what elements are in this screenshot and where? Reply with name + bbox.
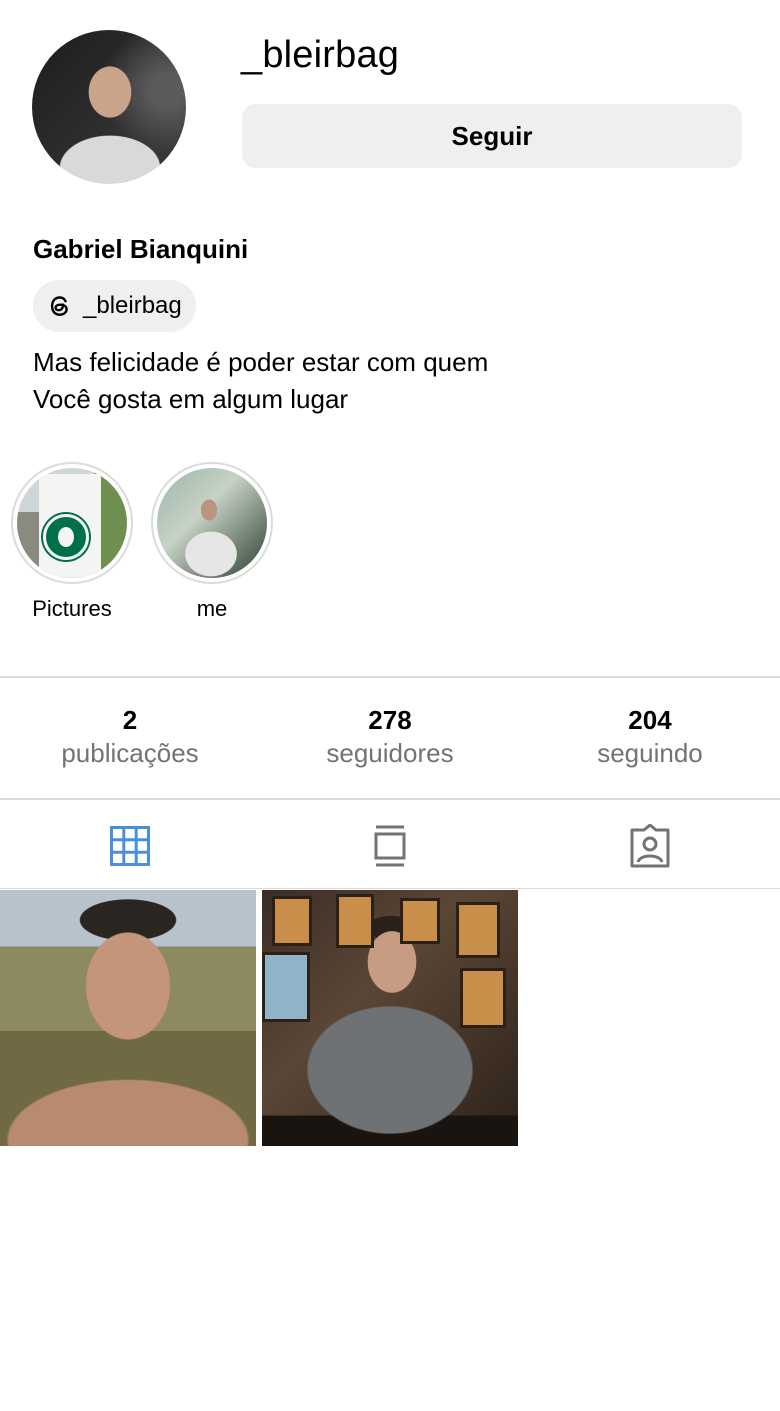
stat-count: 2 bbox=[122, 705, 138, 735]
tabs-divider bbox=[0, 888, 780, 889]
highlight-ring bbox=[151, 462, 273, 584]
stat-label: publicações bbox=[61, 738, 199, 768]
wall-poster bbox=[272, 896, 312, 946]
reels-icon bbox=[374, 825, 406, 867]
follow-button[interactable]: Seguir bbox=[242, 104, 742, 168]
highlight-cover-image bbox=[17, 468, 127, 578]
wall-poster bbox=[456, 902, 500, 958]
stat-label: seguidores bbox=[326, 738, 454, 768]
tab-posts[interactable] bbox=[100, 822, 160, 870]
wall-poster bbox=[262, 952, 310, 1022]
highlight-me[interactable]: me bbox=[150, 462, 274, 622]
highlight-label: me bbox=[196, 596, 228, 621]
stats-bottom-divider bbox=[0, 798, 780, 800]
stat-following[interactable]: 204 seguindo bbox=[520, 704, 780, 770]
stat-count: 278 bbox=[368, 705, 412, 735]
wall-poster bbox=[336, 894, 374, 948]
tab-tagged[interactable] bbox=[620, 822, 680, 870]
profile-page: _bleirbag Seguir Gabriel Bianquini _blei… bbox=[0, 0, 780, 1411]
post-thumbnail[interactable] bbox=[0, 890, 256, 1146]
highlight-ring bbox=[11, 462, 133, 584]
threads-icon bbox=[50, 296, 68, 316]
wall-poster bbox=[400, 898, 440, 944]
threads-handle: _bleirbag bbox=[83, 292, 182, 319]
grid-icon bbox=[110, 826, 150, 866]
profile-bio: Mas felicidade é poder estar com quem Vo… bbox=[33, 344, 488, 418]
stat-count: 204 bbox=[628, 705, 672, 735]
post-thumbnail[interactable] bbox=[262, 890, 518, 1146]
bio-line: Mas felicidade é poder estar com quem bbox=[33, 347, 489, 377]
stat-posts[interactable]: 2 publicações bbox=[0, 704, 260, 770]
profile-full-name: Gabriel Bianquini bbox=[33, 234, 249, 264]
bio-line: Você gosta em algum lugar bbox=[33, 384, 349, 414]
threads-link[interactable]: _bleirbag bbox=[33, 280, 196, 332]
tab-feed[interactable] bbox=[360, 822, 420, 870]
tagged-icon bbox=[630, 824, 670, 868]
stat-label: seguindo bbox=[597, 738, 703, 768]
highlight-label: Pictures bbox=[32, 596, 112, 621]
highlight-cover-image bbox=[157, 468, 267, 578]
highlight-pictures[interactable]: Pictures bbox=[10, 462, 134, 622]
wall-poster bbox=[460, 968, 506, 1028]
profile-username: _bleirbag bbox=[241, 34, 400, 76]
stat-followers[interactable]: 278 seguidores bbox=[260, 704, 520, 770]
profile-avatar[interactable] bbox=[32, 30, 186, 184]
stats-top-divider bbox=[0, 676, 780, 678]
starbucks-logo bbox=[43, 514, 89, 560]
